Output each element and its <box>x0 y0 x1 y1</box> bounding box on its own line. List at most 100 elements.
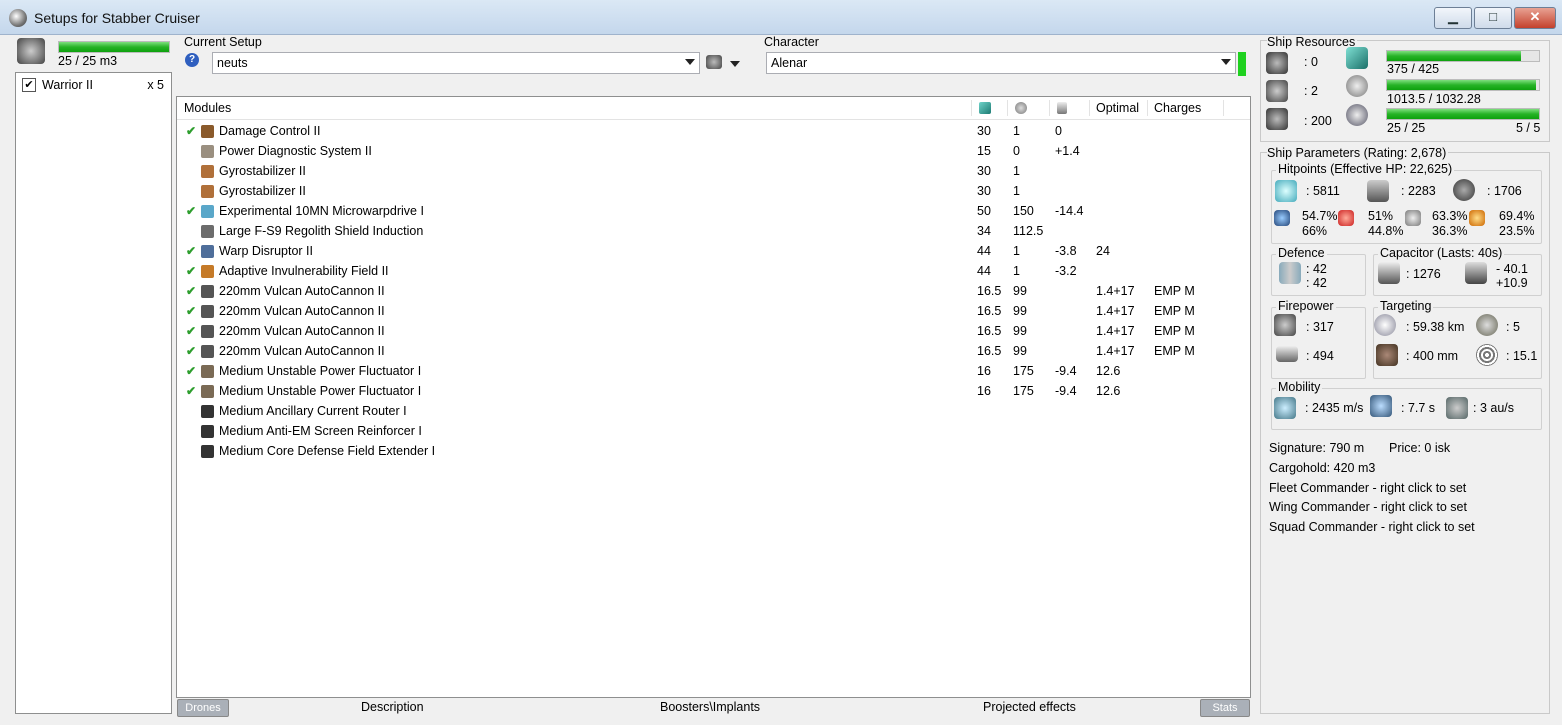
setup-value: neuts <box>217 56 248 70</box>
module-powergrid: 1 <box>1013 184 1020 198</box>
kinetic-resist-shield: 63.3% <box>1432 209 1468 223</box>
module-capacitor: +1.4 <box>1055 144 1080 158</box>
module-row[interactable]: Power Diagnostic System II 15 0 +1.4 <box>177 141 1248 161</box>
bandwidth-value: 25 / 25 <box>1387 121 1426 135</box>
close-button[interactable]: ✕ <box>1514 7 1556 29</box>
header-divider <box>971 100 972 116</box>
turret-dps-icon <box>1274 314 1296 336</box>
module-active-check-icon: ✔ <box>186 204 197 218</box>
module-row[interactable]: ✔ 220mm Vulcan AutoCannon II 16.5 99 1.4+17 E… <box>177 321 1248 341</box>
module-optimal: 1.4+17 <box>1096 344 1135 358</box>
active-drones-value: 5 / 5 <box>1516 121 1541 135</box>
module-row[interactable]: Medium Core Defense Field Extender I <box>177 441 1248 461</box>
em-resist-armor: 66% <box>1302 224 1328 238</box>
drone-item-warrior[interactable]: ✔ Warrior II x 5 <box>22 77 164 93</box>
setup-select[interactable]: neuts <box>212 52 700 74</box>
module-active-check-icon: ✔ <box>186 344 197 358</box>
align-time: : 7.7 s <box>1401 401 1436 415</box>
ship-price: Price: 0 isk <box>1389 441 1451 455</box>
module-row[interactable]: Gyrostabilizer II 30 1 <box>177 161 1248 181</box>
chevron-down-icon <box>685 59 695 65</box>
capacitor-drain: - 40.1 <box>1496 262 1528 276</box>
module-powergrid: 99 <box>1013 284 1027 298</box>
module-row[interactable]: ✔ Medium Unstable Power Fluctuator I 16 175… <box>177 381 1248 401</box>
module-row[interactable]: Medium Ancillary Current Router I <box>177 401 1248 421</box>
module-row[interactable]: ✔ Medium Unstable Power Fluctuator I 16 175… <box>177 361 1248 381</box>
module-row[interactable]: Medium Anti-EM Screen Reinforcer I <box>177 421 1248 441</box>
hitpoints-title: Hitpoints (Effective HP: 22,625) <box>1276 162 1455 176</box>
module-powergrid: 99 <box>1013 344 1027 358</box>
maximize-button[interactable]: □ <box>1474 7 1512 29</box>
module-capacitor: 0 <box>1055 124 1062 138</box>
ship-menu-icon[interactable] <box>706 55 722 69</box>
max-targets: : 5 <box>1506 320 1520 334</box>
tab-drones[interactable]: Drones <box>177 699 229 717</box>
module-powergrid: 150 <box>1013 204 1034 218</box>
drone-bandwidth-icon <box>1346 104 1368 126</box>
module-name: Medium Core Defense Field Extender I <box>219 444 436 458</box>
cpu-bar-fill <box>1387 51 1522 61</box>
module-name: Warp Disruptor II <box>219 244 314 258</box>
module-charges: EMP M <box>1154 324 1195 338</box>
shield-hp: : 5811 <box>1306 184 1340 198</box>
drone-checkbox[interactable]: ✔ <box>22 78 36 92</box>
module-row[interactable]: ✔ 220mm Vulcan AutoCannon II 16.5 99 1.4+17 E… <box>177 281 1248 301</box>
module-cpu: 44 <box>977 244 991 258</box>
module-active-check-icon: ✔ <box>186 384 197 398</box>
tab-projected-effects[interactable]: Projected effects <box>983 699 1076 715</box>
module-optimal: 1.4+17 <box>1096 284 1135 298</box>
module-row[interactable]: Large F-S9 Regolith Shield Induction 34 11… <box>177 221 1248 241</box>
header-divider <box>1049 100 1050 116</box>
scan-resolution: : 400 mm <box>1406 349 1459 363</box>
module-name: Medium Ancillary Current Router I <box>219 404 407 418</box>
module-row[interactable]: Gyrostabilizer II 30 1 <box>177 181 1248 201</box>
module-row[interactable]: ✔ 220mm Vulcan AutoCannon II 16.5 99 1.4+17 E… <box>177 301 1248 321</box>
character-select[interactable]: Alenar <box>766 52 1236 74</box>
module-row[interactable]: ✔ Adaptive Invulnerability Field II 44 1 -3.… <box>177 261 1248 281</box>
module-cpu: 44 <box>977 264 991 278</box>
turret-hardpoints: : 0 <box>1304 55 1318 69</box>
kinetic-resist-icon <box>1405 210 1421 226</box>
module-icon <box>201 245 214 258</box>
module-icon <box>201 265 214 278</box>
module-row[interactable]: ✔ Experimental 10MN Microwarpdrive I 50 150… <box>177 201 1248 221</box>
help-icon[interactable]: ? <box>185 53 199 67</box>
wing-commander[interactable]: Wing Commander - right click to set <box>1269 500 1467 514</box>
module-optimal: 12.6 <box>1096 384 1121 398</box>
module-powergrid: 1 <box>1013 264 1020 278</box>
module-capacitor: -9.4 <box>1055 384 1077 398</box>
ship-menu-chevron-icon[interactable] <box>730 61 740 67</box>
tab-stats[interactable]: Stats <box>1200 699 1250 717</box>
squad-commander[interactable]: Squad Commander - right click to set <box>1269 520 1475 534</box>
header-optimal[interactable]: Optimal <box>1096 97 1139 119</box>
header-divider <box>1007 100 1008 116</box>
module-active-check-icon: ✔ <box>186 264 197 278</box>
module-name: Adaptive Invulnerability Field II <box>219 264 389 278</box>
module-cpu: 16.5 <box>977 324 1002 338</box>
module-name: Medium Unstable Power Fluctuator I <box>219 364 422 378</box>
tab-boosters-implants[interactable]: Boosters\Implants <box>660 699 760 715</box>
tab-description[interactable]: Description <box>361 699 424 715</box>
header-divider <box>1147 100 1148 116</box>
module-cpu: 16 <box>977 384 991 398</box>
module-powergrid: 175 <box>1013 384 1034 398</box>
module-name: 220mm Vulcan AutoCannon II <box>219 344 385 358</box>
module-charges: EMP M <box>1154 344 1195 358</box>
module-row[interactable]: ✔ Warp Disruptor II 44 1 -3.8 24 <box>177 241 1248 261</box>
signature-radius: Signature: 790 m <box>1269 441 1365 455</box>
module-cpu: 16.5 <box>977 344 1002 358</box>
fleet-commander[interactable]: Fleet Commander - right click to set <box>1269 481 1466 495</box>
header-charges[interactable]: Charges <box>1154 97 1201 119</box>
module-cpu: 30 <box>977 184 991 198</box>
module-icon <box>201 285 214 298</box>
module-row[interactable]: ✔ 220mm Vulcan AutoCannon II 16.5 99 1.4+17 E… <box>177 341 1248 361</box>
minimize-button[interactable]: ▁ <box>1434 7 1472 29</box>
drone-name: Warrior II <box>42 78 93 92</box>
cpu-header-icon <box>979 102 991 114</box>
header-divider <box>1089 100 1090 116</box>
cpu-value: 375 / 425 <box>1387 62 1440 76</box>
module-row[interactable]: ✔ Damage Control II 30 1 0 <box>177 121 1248 141</box>
sensor-strength-icon <box>1476 344 1498 366</box>
header-modules[interactable]: Modules <box>184 97 231 119</box>
module-icon <box>201 225 214 238</box>
